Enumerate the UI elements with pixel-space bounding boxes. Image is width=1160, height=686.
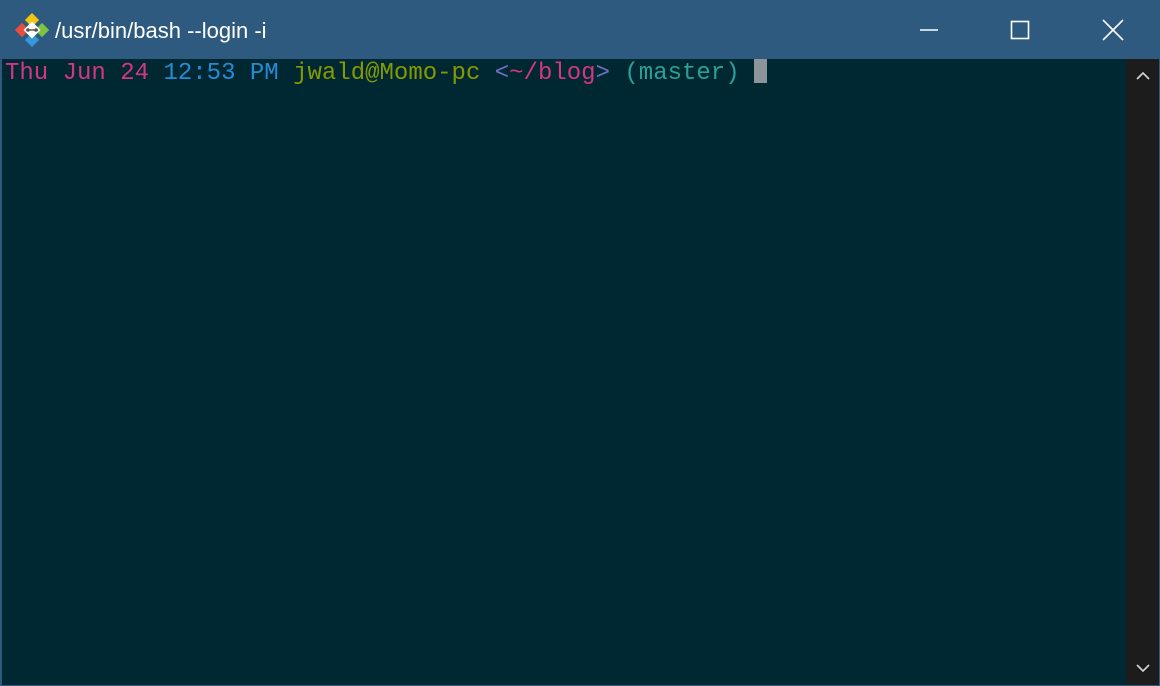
scroll-up-button[interactable] [1126, 59, 1159, 93]
prompt-time: 12:53 [163, 60, 236, 87]
git-bash-icon [15, 13, 49, 47]
title-bar[interactable]: /usr/bin/bash --login -i [1, 1, 1159, 59]
prompt-cwd: ~/blog [509, 60, 596, 87]
terminal-area[interactable] [2, 59, 1126, 685]
vertical-scrollbar[interactable] [1126, 59, 1159, 685]
scroll-down-button[interactable] [1126, 651, 1159, 685]
prompt-date: 24 [120, 60, 150, 87]
chevron-up-icon [1135, 71, 1150, 80]
minimize-icon [920, 29, 938, 31]
prompt-branch: (master) [624, 60, 740, 87]
maximize-button[interactable] [974, 1, 1066, 59]
terminal-window: /usr/bin/bash --login -i Thu Jun 24 12:5… [0, 0, 1160, 686]
scroll-track[interactable] [1126, 93, 1159, 651]
window-title: /usr/bin/bash --login -i [55, 18, 267, 43]
close-button[interactable] [1067, 1, 1159, 59]
prompt-user-host: jwald@Momo-pc [293, 60, 481, 87]
text-cursor [754, 59, 768, 83]
prompt-cwd-open: < [494, 60, 510, 87]
maximize-icon [1010, 20, 1030, 40]
prompt-cwd-close: > [595, 60, 610, 87]
minimize-button[interactable] [883, 1, 975, 59]
close-icon [1102, 19, 1124, 41]
chevron-down-icon [1135, 664, 1150, 673]
prompt-month: Jun [62, 60, 106, 87]
prompt-ampm: PM [249, 60, 279, 87]
shell-prompt: Thu Jun 24 12:53 PM jwald@Momo-pc <~/blo… [5, 59, 768, 88]
prompt-day: Thu [5, 60, 49, 87]
